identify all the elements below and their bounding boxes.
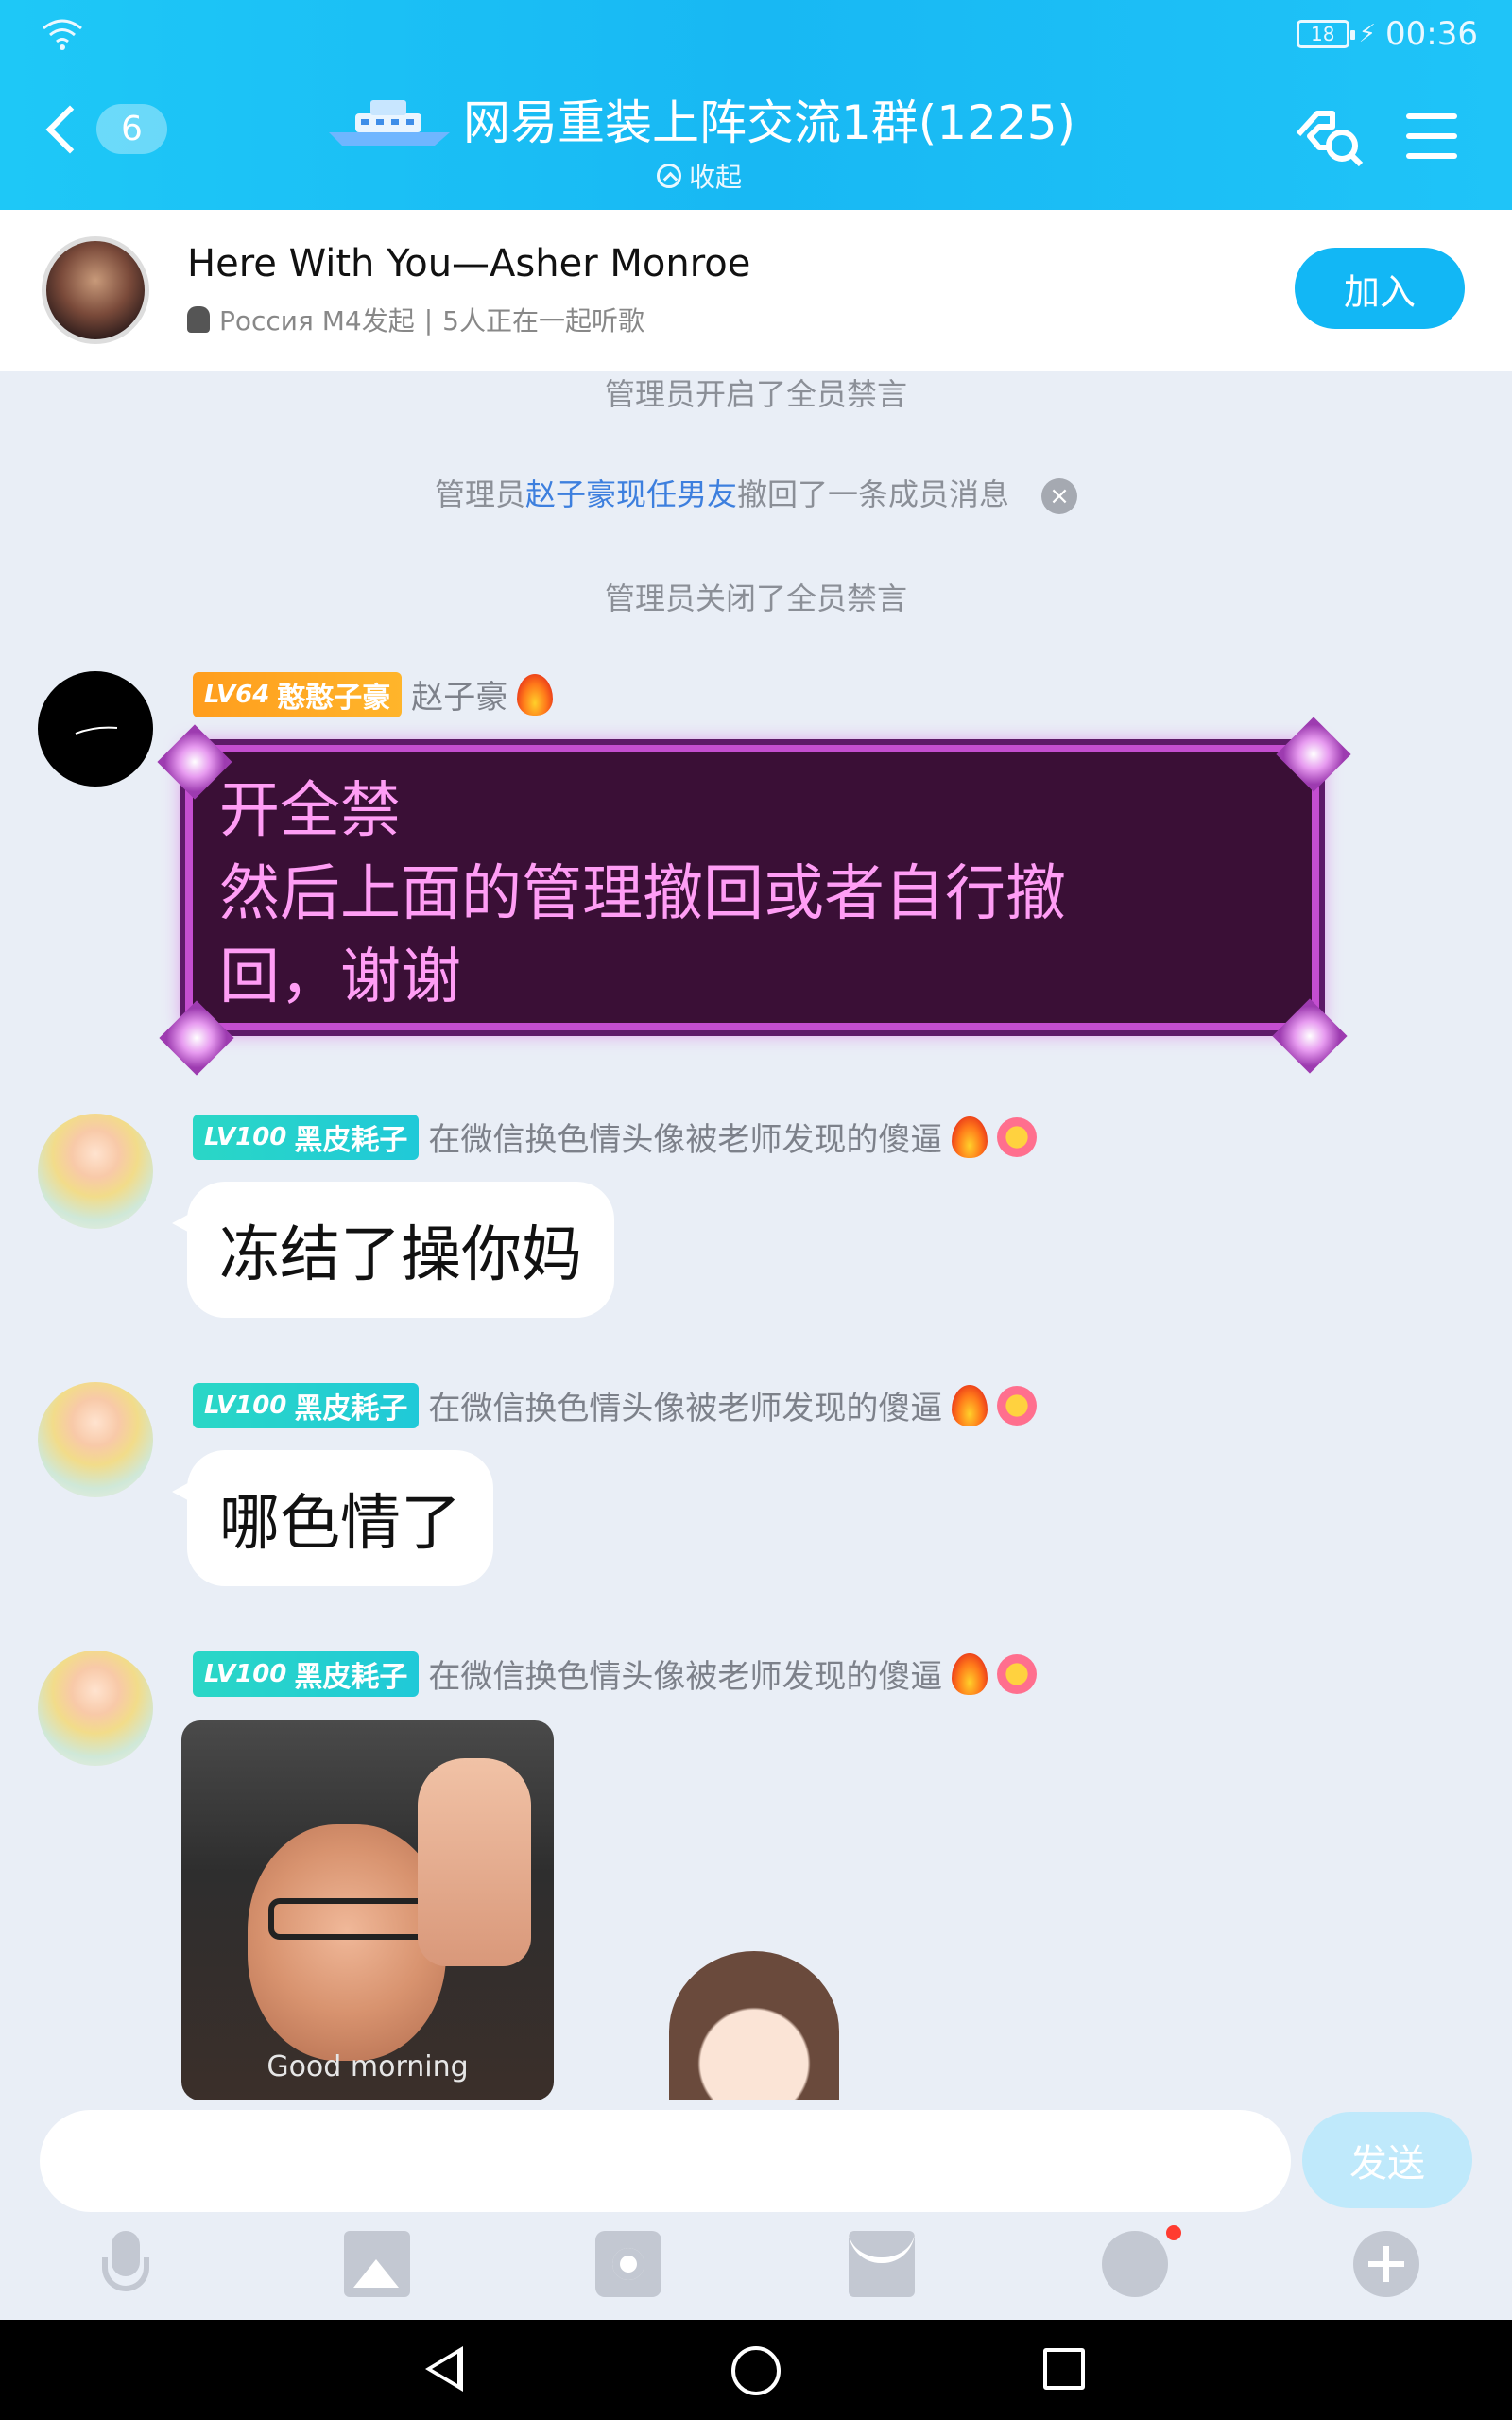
fire-icon — [952, 1652, 988, 1695]
message-bubble[interactable]: 哪色情了 — [172, 1450, 493, 1586]
member-title: 黑皮耗子 — [294, 1660, 408, 1694]
level-text: LV100 — [204, 1659, 287, 1688]
clock: 00:36 — [1385, 15, 1478, 53]
avatar[interactable] — [38, 671, 153, 786]
recall-suffix: 撤回了一条成员消息 — [737, 476, 1010, 512]
level-text: LV100 — [204, 1391, 287, 1420]
photo-glasses — [268, 1898, 429, 1940]
avatar[interactable] — [38, 1114, 153, 1229]
message-line: 开全禁 — [219, 776, 401, 846]
chat-messages[interactable]: 管理员开启了全员禁言 管理员赵子豪现任男友撤回了一条成员消息 × 管理员关闭了全员… — [0, 371, 1512, 2100]
message-line: 回，谢谢 — [219, 942, 461, 1012]
song-initiator: Россия М4发起 — [219, 305, 415, 337]
chevron-left-icon — [45, 105, 94, 153]
level-badge: LV64 憨憨子豪 — [193, 671, 403, 717]
member-title: 黑皮耗子 — [294, 1123, 408, 1157]
charging-icon: ⚡ — [1358, 20, 1377, 48]
system-message-mute-off: 管理员关闭了全员禁言 — [604, 580, 907, 616]
listener-count: 5人正在一起听歌 — [442, 305, 644, 337]
close-circle-icon[interactable]: × — [1041, 478, 1078, 514]
title-area[interactable]: 网易重装上阵交流1群(1225) 收起 — [312, 85, 1087, 195]
collapse-label: 收起 — [688, 162, 742, 193]
level-text: LV64 — [204, 680, 270, 709]
nav-home-icon[interactable] — [731, 2346, 781, 2395]
input-bar: 发送 — [0, 2100, 1512, 2212]
emoji-icon[interactable] — [1102, 2231, 1168, 2297]
system-message-mute-on: 管理员开启了全员禁言 — [604, 376, 907, 412]
song-separator: | — [423, 303, 434, 336]
avatar-scribble-icon — [75, 726, 118, 735]
status-bar: 18 ⚡ 00:36 — [0, 0, 1512, 68]
back-button[interactable]: 6 — [42, 104, 167, 154]
message-bubble[interactable]: 冻结了操你妈 — [172, 1182, 614, 1318]
level-text: LV100 — [204, 1122, 287, 1151]
group-title: 网易重装上阵交流1群(1225) — [462, 95, 1076, 150]
avatar[interactable] — [38, 1382, 153, 1497]
recall-prefix: 管理员 — [434, 476, 525, 512]
member-title: 憨憨子豪 — [277, 681, 391, 715]
message-input[interactable] — [40, 2110, 1291, 2212]
anime-mascot-sticker[interactable] — [669, 1951, 839, 2100]
chevron-up-circle-icon — [656, 164, 681, 188]
level-badge: LV100 黑皮耗子 — [193, 1382, 420, 1428]
listen-together-bar[interactable]: Here With You—Asher Monroe Россия М4发起 |… — [0, 210, 1512, 371]
message-header: LV64 憨憨子豪 赵子豪 — [193, 671, 554, 717]
message-header: LV100 黑皮耗子 在微信换色情头像被老师发现的傻逼 — [193, 1382, 1038, 1428]
admin-name-link[interactable]: 赵子豪现任男友 — [525, 476, 737, 512]
share-link-icon[interactable] — [1295, 106, 1365, 168]
wifi-icon — [43, 19, 82, 50]
sender-name[interactable]: 在微信换色情头像被老师发现的傻逼 — [428, 1382, 942, 1428]
sender-name[interactable]: 在微信换色情头像被老师发现的傻逼 — [428, 1114, 942, 1160]
song-cover-avatar — [42, 236, 149, 344]
message-line: 然后上面的管理撤回或者自行撤 — [219, 859, 1066, 929]
status-right: 18 ⚡ 00:36 — [1296, 15, 1478, 53]
unread-count-badge: 6 — [96, 104, 167, 154]
input-toolbar — [0, 2221, 1512, 2320]
sender-name[interactable]: 在微信换色情头像被老师发现的傻逼 — [428, 1651, 942, 1697]
ship-badge-icon — [328, 100, 450, 146]
collapse-toggle[interactable]: 收起 — [656, 157, 742, 195]
message-header: LV100 黑皮耗子 在微信换色情头像被老师发现的傻逼 — [193, 1651, 1038, 1697]
notification-dot — [1166, 2225, 1181, 2240]
image-caption: Good morning — [266, 2050, 469, 2083]
battery-level: 18 — [1311, 23, 1335, 45]
system-navigation-bar — [0, 2320, 1512, 2420]
photo-face — [248, 1824, 446, 2061]
avatar[interactable] — [38, 1651, 153, 1766]
sender-name[interactable]: 赵子豪 — [411, 671, 507, 717]
fire-icon — [517, 673, 554, 716]
photo-hand — [418, 1758, 531, 1966]
system-message-recall: 管理员赵子豪现任男友撤回了一条成员消息 × — [0, 471, 1512, 514]
send-button[interactable]: 发送 — [1302, 2112, 1472, 2208]
nav-back-icon[interactable] — [425, 2346, 463, 2392]
battery-icon: 18 — [1296, 20, 1355, 48]
member-title: 黑皮耗子 — [294, 1392, 408, 1426]
song-title: Here With You—Asher Monroe — [187, 242, 751, 285]
level-badge: LV100 黑皮耗子 — [193, 1651, 420, 1697]
menu-icon[interactable] — [1406, 113, 1457, 159]
flower-face-icon — [997, 1653, 1038, 1694]
picture-icon[interactable] — [344, 2231, 410, 2297]
join-button[interactable]: 加入 — [1295, 248, 1465, 329]
plus-icon[interactable] — [1353, 2231, 1419, 2297]
nav-recents-icon[interactable] — [1043, 2348, 1085, 2390]
fire-icon — [952, 1384, 988, 1426]
message-header: LV100 黑皮耗子 在微信换色情头像被老师发现的傻逼 — [193, 1114, 1038, 1160]
song-subtitle: Россия М4发起 | 5人正在一起听歌 — [187, 301, 644, 338]
microphone-icon[interactable] — [93, 2231, 159, 2297]
user-mini-icon — [187, 306, 210, 333]
chat-header: 18 ⚡ 00:36 6 网易重装上阵交流1群(1225) 收起 — [0, 0, 1512, 210]
flower-face-icon — [997, 1116, 1038, 1157]
flower-face-icon — [997, 1385, 1038, 1426]
message-bubble-fancy[interactable]: 开全禁 然后上面的管理撤回或者自行撤 回，谢谢 — [185, 745, 1319, 1030]
red-packet-icon[interactable] — [849, 2231, 915, 2297]
camera-icon[interactable] — [595, 2231, 662, 2297]
fire-icon — [952, 1115, 988, 1158]
image-message[interactable]: Good morning — [181, 1720, 554, 2100]
level-badge: LV100 黑皮耗子 — [193, 1114, 420, 1160]
